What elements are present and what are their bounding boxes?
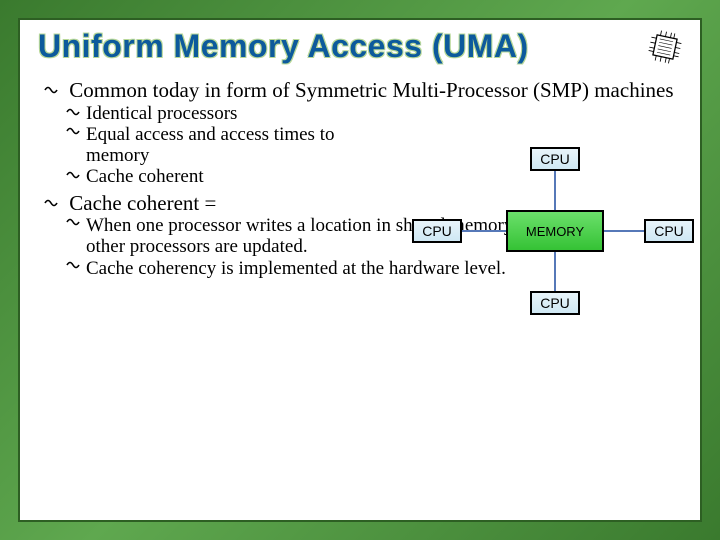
cpu-node-left: CPU <box>412 219 462 243</box>
slide-frame-outer: Uniform Memory Access (UMA) Common today… <box>0 0 720 540</box>
bullet-2-text: Cache coherent = <box>69 191 216 215</box>
bullet-1-sub-1-text: Identical processors <box>86 103 237 124</box>
connector-right <box>604 230 644 232</box>
slide-title: Uniform Memory Access (UMA) <box>38 28 682 65</box>
uma-diagram: CPU CPU MEMORY CPU CPU <box>408 147 668 347</box>
decorative-chip-icon <box>645 27 685 67</box>
cpu-node-bottom: CPU <box>530 291 580 315</box>
memory-node: MEMORY <box>506 210 604 252</box>
slide-frame-inner: Uniform Memory Access (UMA) Common today… <box>18 18 702 522</box>
cpu-node-top: CPU <box>530 147 580 171</box>
bullet-1-sub-3-text: Cache coherent <box>86 166 204 187</box>
bullet-1-sub-1: Identical processors <box>66 103 682 124</box>
slide-content: Common today in form of Symmetric Multi-… <box>38 79 682 279</box>
connector-left <box>462 230 506 232</box>
bullet-1-text: Common today in form of Symmetric Multi-… <box>69 78 673 102</box>
bullet-1-sub-2-text: Equal access and access times to memory <box>86 124 396 167</box>
cpu-node-right: CPU <box>644 219 694 243</box>
connector-bottom <box>554 252 556 291</box>
connector-top <box>554 171 556 210</box>
